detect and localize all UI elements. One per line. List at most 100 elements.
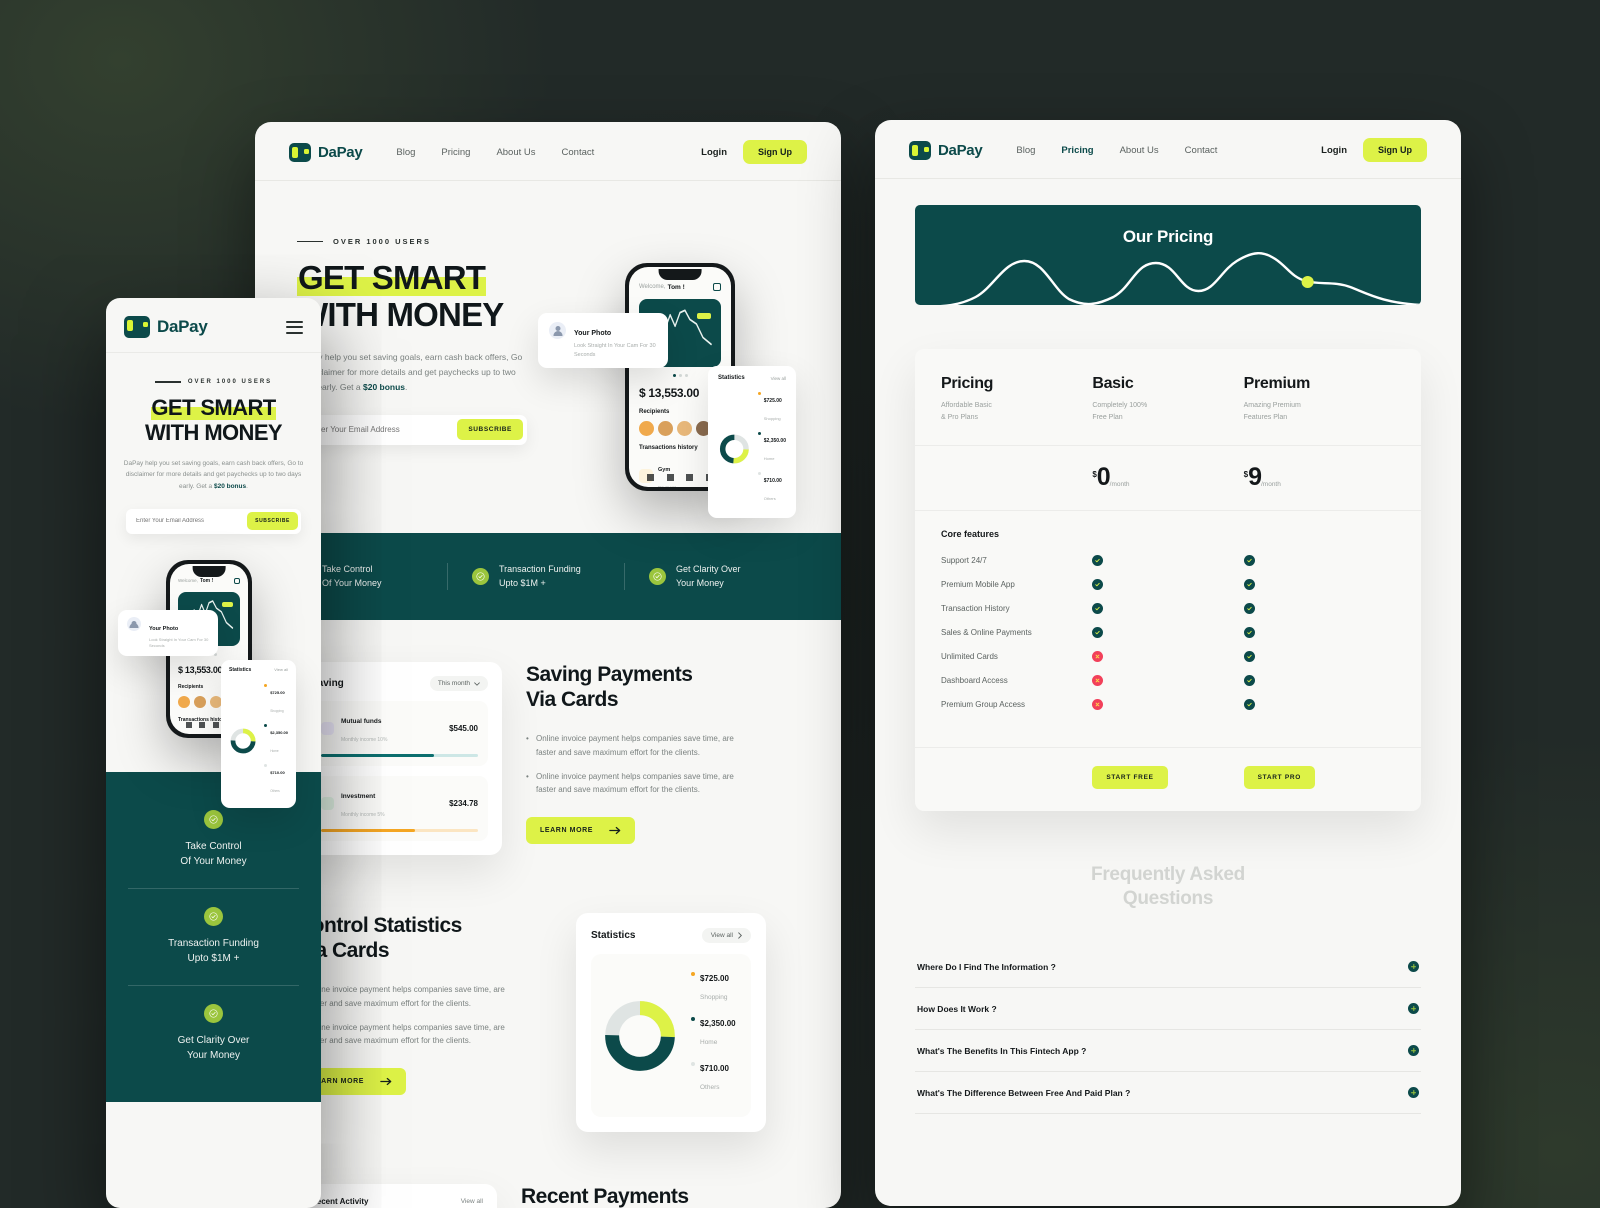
faq-item[interactable]: What's The Benefits In This Fintech App … <box>915 1030 1421 1073</box>
canvas: DaPay Blog Pricing About Us Contact Logi… <box>0 0 1600 1208</box>
legend-amount: $710.00 <box>270 769 285 775</box>
mobile-email-input[interactable] <box>136 518 248 525</box>
legend-category: Others <box>700 1084 720 1091</box>
home-icon <box>185 721 192 728</box>
legend-amount: $2,350.00 <box>270 729 288 735</box>
mobile-band-text-3: Get Clarity Over Your Money <box>177 1034 250 1062</box>
nav-link-blog[interactable]: Blog <box>396 147 415 158</box>
nav-link-blog[interactable]: Blog <box>1016 145 1035 156</box>
feature-name: Premium Mobile App <box>941 579 1015 589</box>
nav-link-pricing[interactable]: Pricing <box>441 147 470 158</box>
faq-item[interactable]: Where Do I Find The Information ? <box>915 946 1421 989</box>
nav-link-contact[interactable]: Contact <box>1185 145 1218 156</box>
plus-icon[interactable] <box>1408 1045 1419 1057</box>
nav-link-contact[interactable]: Contact <box>562 147 595 158</box>
saving-row-sub: Monthly income 5% <box>341 812 385 818</box>
legend-amount: $710.00 <box>763 478 782 484</box>
legend-amount: $710.00 <box>700 1064 729 1073</box>
cross-mark-icon <box>1092 698 1104 710</box>
recent-activity-header: Recent Activity View all <box>311 1197 483 1206</box>
card-icon <box>212 721 219 728</box>
feature-row: Sales & Online Payments <box>941 626 1395 638</box>
saving-card-wrap: Saving This month Mutual funds Monthly i… <box>297 662 502 855</box>
investment-icon <box>321 796 334 810</box>
check-circle-icon <box>204 1003 223 1023</box>
donut-chart-small <box>230 728 256 754</box>
nav-links: Blog Pricing About Us Contact <box>396 147 594 158</box>
mobile-hero: OVER 1000 USERS GET SMART WITH MONEY DaP… <box>106 353 321 534</box>
logo[interactable]: DaPay <box>289 142 363 162</box>
legend-amount: $725.00 <box>270 689 285 695</box>
start-free-button[interactable]: START FREE <box>1092 765 1168 789</box>
legend-item: $725.00 Shopping <box>264 681 288 717</box>
legend-category: Home <box>763 456 775 461</box>
recent-activity-viewall[interactable]: View all <box>461 1198 483 1205</box>
signup-button[interactable]: Sign Up <box>1363 138 1427 162</box>
pricing-col-title: Pricing <box>941 375 994 392</box>
plus-icon[interactable] <box>1408 1003 1419 1015</box>
wallet-logo-icon <box>124 316 150 338</box>
legend-category: Shopping <box>700 994 728 1001</box>
saving-row-amount: $545.00 <box>449 723 478 733</box>
saving-row-progress <box>321 754 478 757</box>
basic-sub: Completely 100% Free Plan <box>1092 402 1148 421</box>
check-circle-icon <box>649 568 666 585</box>
premium-price: 9 <box>1248 463 1262 492</box>
plus-icon[interactable] <box>1408 961 1419 973</box>
faq-item[interactable]: What's The Difference Between Free And P… <box>915 1072 1421 1115</box>
feature-basic-cell <box>1092 554 1243 566</box>
statistics-viewall-button[interactable]: View all <box>701 928 751 943</box>
faq-item[interactable]: How Does It Work ? <box>915 988 1421 1031</box>
feature-premium-cell <box>1243 602 1395 614</box>
feature-band: Take Control Of Your Money Transaction F… <box>255 533 841 620</box>
nav-link-pricing[interactable]: Pricing <box>1061 145 1093 156</box>
share-icon[interactable] <box>234 577 240 584</box>
transaction-name: Gym <box>658 467 671 473</box>
check-circle-icon <box>204 906 223 926</box>
saving-title: Saving Payments Via Cards <box>526 663 693 712</box>
check-icon <box>1246 630 1252 635</box>
mobile-subscribe-button[interactable]: SUBSCRIBE <box>247 512 298 531</box>
subscribe-button[interactable]: SUBSCRIBE <box>457 419 523 441</box>
phone-stats-viewall[interactable]: View all <box>274 667 288 672</box>
saving-learn-more-button[interactable]: LEARN MORE <box>526 816 636 844</box>
share-icon[interactable] <box>713 283 721 291</box>
signup-button[interactable]: Sign Up <box>743 140 807 164</box>
donut-chart <box>605 1000 675 1071</box>
chart-icon <box>199 721 206 728</box>
legend-item: $710.00 Others <box>264 761 288 797</box>
pricing-col-basic: Basic Completely 100% Free Plan <box>1092 375 1243 423</box>
band-text-1: Take Control Of Your Money <box>322 564 382 588</box>
feature-basic-cell <box>1092 626 1243 638</box>
nav-link-about[interactable]: About Us <box>496 147 535 158</box>
phone-stats-title: Statistics <box>718 375 745 381</box>
core-features-label: Core features <box>941 528 1000 539</box>
month-filter-label: This month <box>437 680 470 687</box>
check-circle-icon <box>204 809 223 829</box>
start-pro-button[interactable]: START PRO <box>1243 765 1315 789</box>
email-input[interactable] <box>309 425 458 435</box>
legend-category: Others <box>763 496 776 501</box>
logo[interactable]: DaPay <box>909 140 983 160</box>
hamburger-menu-icon[interactable] <box>286 320 303 334</box>
chart-icon <box>666 474 674 481</box>
phone-stats-viewall[interactable]: View all <box>771 376 786 381</box>
logo[interactable]: DaPay <box>124 316 208 338</box>
saving-payments-section: Saving This month Mutual funds Monthly i… <box>255 620 841 855</box>
mobile-phone-illustration: Welcome, Tom ! $ 13,553.00 Recipients Tr… <box>106 552 321 808</box>
hero-section: OVER 1000 USERS GET SMART WITH MONEY DaP… <box>255 181 841 533</box>
nav-link-about[interactable]: About Us <box>1120 145 1159 156</box>
check-icon <box>1246 654 1252 659</box>
feature-row: Unlimited Cards <box>941 650 1395 662</box>
login-link[interactable]: Login <box>1321 145 1347 156</box>
recent-title: Recent Payments <box>521 1185 689 1208</box>
phone-stats-title: Statistics <box>229 666 252 673</box>
statistics-card: Statistics View all $725.00 Shopping $2,… <box>576 913 766 1132</box>
statistics-title: Statistics <box>591 930 636 941</box>
plus-icon[interactable] <box>1408 1087 1419 1099</box>
month-filter-dropdown[interactable]: This month <box>429 676 488 691</box>
login-link[interactable]: Login <box>701 147 727 158</box>
pricing-page-mockup: DaPay Blog Pricing About Us Contact Logi… <box>875 120 1461 1206</box>
feature-row: Support 24/7 <box>941 554 1395 566</box>
mobile-hero-paragraph: DaPay help you set saving goals, earn ca… <box>122 458 305 493</box>
